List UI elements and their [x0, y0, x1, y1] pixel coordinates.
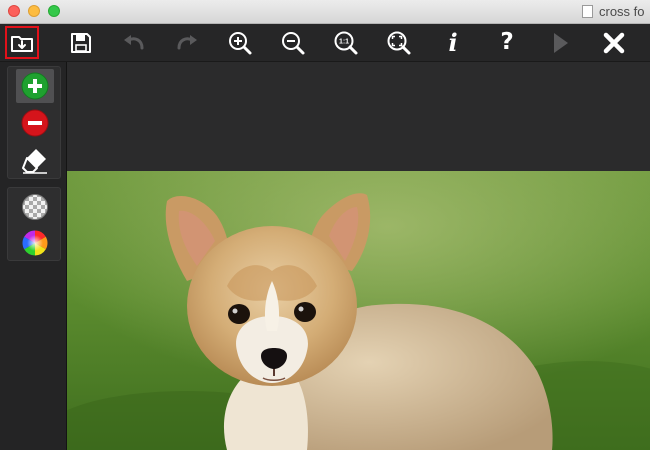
zoom-out-button[interactable]: [276, 26, 310, 59]
plus-circle-icon: [21, 72, 49, 100]
puppy-photo: [67, 171, 650, 450]
document-icon: [582, 5, 593, 18]
add-mark-button[interactable]: [16, 69, 54, 103]
main-toolbar: 1:1 i ?: [0, 24, 650, 62]
maximize-window-button[interactable]: [48, 5, 60, 17]
checkerboard-icon: [22, 194, 48, 220]
redo-arrow-icon: [177, 34, 197, 49]
eraser-button[interactable]: [16, 143, 54, 177]
tool-sidebar: [0, 62, 67, 450]
zoom-in-icon: [229, 31, 252, 54]
remove-mark-button[interactable]: [16, 106, 54, 140]
eraser-icon: [22, 149, 47, 174]
close-window-button[interactable]: [8, 5, 20, 17]
play-icon: [554, 32, 568, 53]
title-bar: cross fo: [0, 0, 650, 24]
zoom-out-icon: [282, 31, 305, 54]
zoom-fit-button[interactable]: [382, 26, 416, 59]
transparency-button[interactable]: [16, 190, 54, 224]
minimize-window-button[interactable]: [28, 5, 40, 17]
color-wheel-icon: [22, 230, 48, 256]
canvas-image[interactable]: [67, 171, 650, 450]
color-tools-group: [7, 187, 61, 261]
redo-button[interactable]: [170, 26, 204, 59]
close-x-icon: [603, 32, 625, 53]
zoom-actual-size-label: 1:1: [339, 38, 349, 45]
undo-button[interactable]: [117, 26, 151, 59]
help-button[interactable]: ?: [490, 26, 524, 59]
mark-tools-group: [7, 66, 61, 179]
info-icon: i: [448, 27, 458, 57]
canvas-background: [67, 62, 650, 171]
zoom-actual-size-icon: 1:1: [334, 31, 358, 54]
undo-arrow-icon: [124, 34, 144, 49]
zoom-in-button[interactable]: [223, 26, 257, 59]
run-button[interactable]: [543, 26, 577, 59]
help-icon: ?: [500, 29, 514, 55]
folder-download-icon: [11, 35, 33, 52]
zoom-actual-size-button[interactable]: 1:1: [329, 26, 363, 59]
close-button[interactable]: [597, 26, 631, 59]
zoom-fit-icon: [387, 31, 411, 54]
open-folder-button[interactable]: [5, 26, 39, 59]
save-button[interactable]: [64, 26, 98, 59]
window-title: cross fo: [599, 4, 645, 19]
minus-circle-icon: [21, 109, 49, 137]
color-picker-button[interactable]: [16, 226, 54, 260]
info-button[interactable]: i: [436, 26, 470, 59]
floppy-disk-icon: [71, 32, 91, 53]
